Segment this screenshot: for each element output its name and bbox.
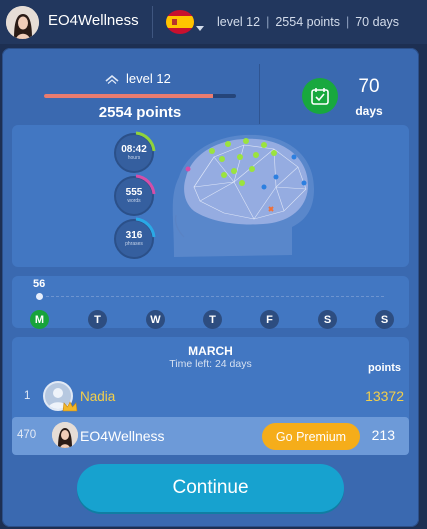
day-sunday: S [375, 310, 394, 329]
leaderboard-name: EO4Wellness [80, 428, 165, 444]
day-saturday: S [318, 310, 337, 329]
week-track [46, 296, 384, 297]
header-days: 70 days [355, 15, 400, 29]
level-label: level 12 [126, 71, 171, 86]
crown-icon [62, 401, 78, 412]
weekly-streak-card: 56 M T W T F S S [12, 276, 409, 329]
continue-button[interactable]: Continue [77, 464, 344, 512]
week-marker [36, 293, 43, 300]
progress-panel: level 12 2554 points 70 days 08:42 hours… [2, 48, 419, 527]
leaderboard-rank: 1 [24, 390, 31, 402]
level-row: level 12 [104, 71, 171, 86]
spain-flag-icon[interactable] [166, 10, 194, 34]
user-avatar [52, 422, 78, 448]
chevron-up-icon [105, 74, 119, 84]
days-label: days [355, 104, 383, 118]
header-stats: level 12 | 2554 points | 70 days [217, 15, 399, 29]
header-divider [152, 6, 153, 38]
level-progress-fill [44, 94, 213, 98]
brain-stats-card: 08:42 hours 555 words 316 phrases [12, 125, 409, 267]
top-bar: EO4Wellness level 12 | 2554 points | 70 … [0, 0, 427, 44]
leaderboard-row[interactable]: 1 Nadia 13372 [12, 379, 409, 413]
points-label: 2554 points [98, 104, 182, 121]
header-level: level 12 [217, 15, 261, 29]
level-card: level 12 2554 points 70 days [12, 58, 409, 124]
leaderboard-time-left: Time left: 24 days [169, 358, 252, 370]
day-wednesday: W [146, 310, 165, 329]
leaderboard-month: MARCH [188, 344, 233, 358]
leaderboard-name: Nadia [80, 389, 116, 404]
day-monday: M [30, 310, 49, 329]
username: EO4Wellness [48, 12, 139, 29]
calendar-check-icon [302, 78, 338, 114]
week-count: 56 [33, 278, 46, 290]
day-friday: F [260, 310, 279, 329]
leaderboard-rank: 470 [17, 429, 37, 441]
day-tuesday: T [88, 310, 107, 329]
chevron-down-icon[interactable] [196, 26, 204, 31]
user-avatar[interactable] [6, 6, 39, 39]
user-avatar-image [6, 6, 39, 39]
leaderboard-row-current-user[interactable]: 470 EO4Wellness Go Premium 213 [12, 417, 409, 455]
separator: | [266, 15, 270, 29]
days-value: 70 [358, 76, 380, 97]
leaderboard-score: 213 [371, 427, 395, 443]
card-divider [259, 64, 260, 124]
go-premium-button[interactable]: Go Premium [262, 423, 360, 450]
leaderboard-card: MARCH Time left: 24 days points 1 Nadia … [12, 337, 409, 455]
stat-ring-accents [135, 131, 156, 238]
brain-illustration [172, 134, 314, 257]
leaderboard-score: 13372 [365, 388, 404, 404]
level-progress-bar [44, 94, 236, 98]
day-thursday: T [203, 310, 222, 329]
header-points: 2554 points [275, 15, 340, 29]
points-column-header: points [368, 362, 401, 374]
separator: | [345, 15, 350, 29]
